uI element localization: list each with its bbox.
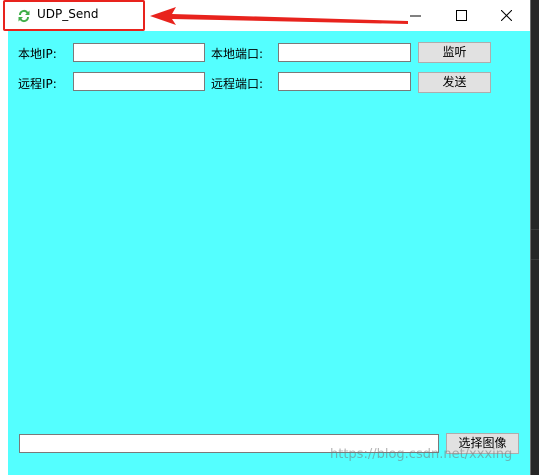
remote-ip-input[interactable] [73,72,205,91]
close-icon [501,10,512,21]
minimize-icon [410,15,421,17]
background-panel [530,0,539,475]
client-area: 本地IP: 本地端口: 监听 远程IP: 远程端口: 发送 选择图像 [8,31,530,475]
remote-ip-label: 远程IP: [18,77,57,91]
listen-button[interactable]: 监听 [418,42,491,63]
local-ip-label: 本地IP: [18,47,57,61]
watermark: https://blog.csdn.net/xxxing [330,447,513,462]
local-port-label: 本地端口: [211,47,264,61]
remote-port-label: 远程端口: [211,77,264,91]
close-button[interactable] [484,0,530,31]
annotation-arrow-icon [150,7,408,25]
udp-send-window: UDP_Send 本地IP: 本地端口: 监听 远程IP: 远程端口: 发送 选… [0,0,531,475]
annotation-highlight-box [3,0,145,31]
remote-port-input[interactable] [278,72,411,91]
maximize-icon [456,10,467,21]
send-button[interactable]: 发送 [418,72,491,93]
local-ip-input[interactable] [73,43,205,62]
local-port-input[interactable] [278,43,411,62]
maximize-button[interactable] [439,0,485,31]
